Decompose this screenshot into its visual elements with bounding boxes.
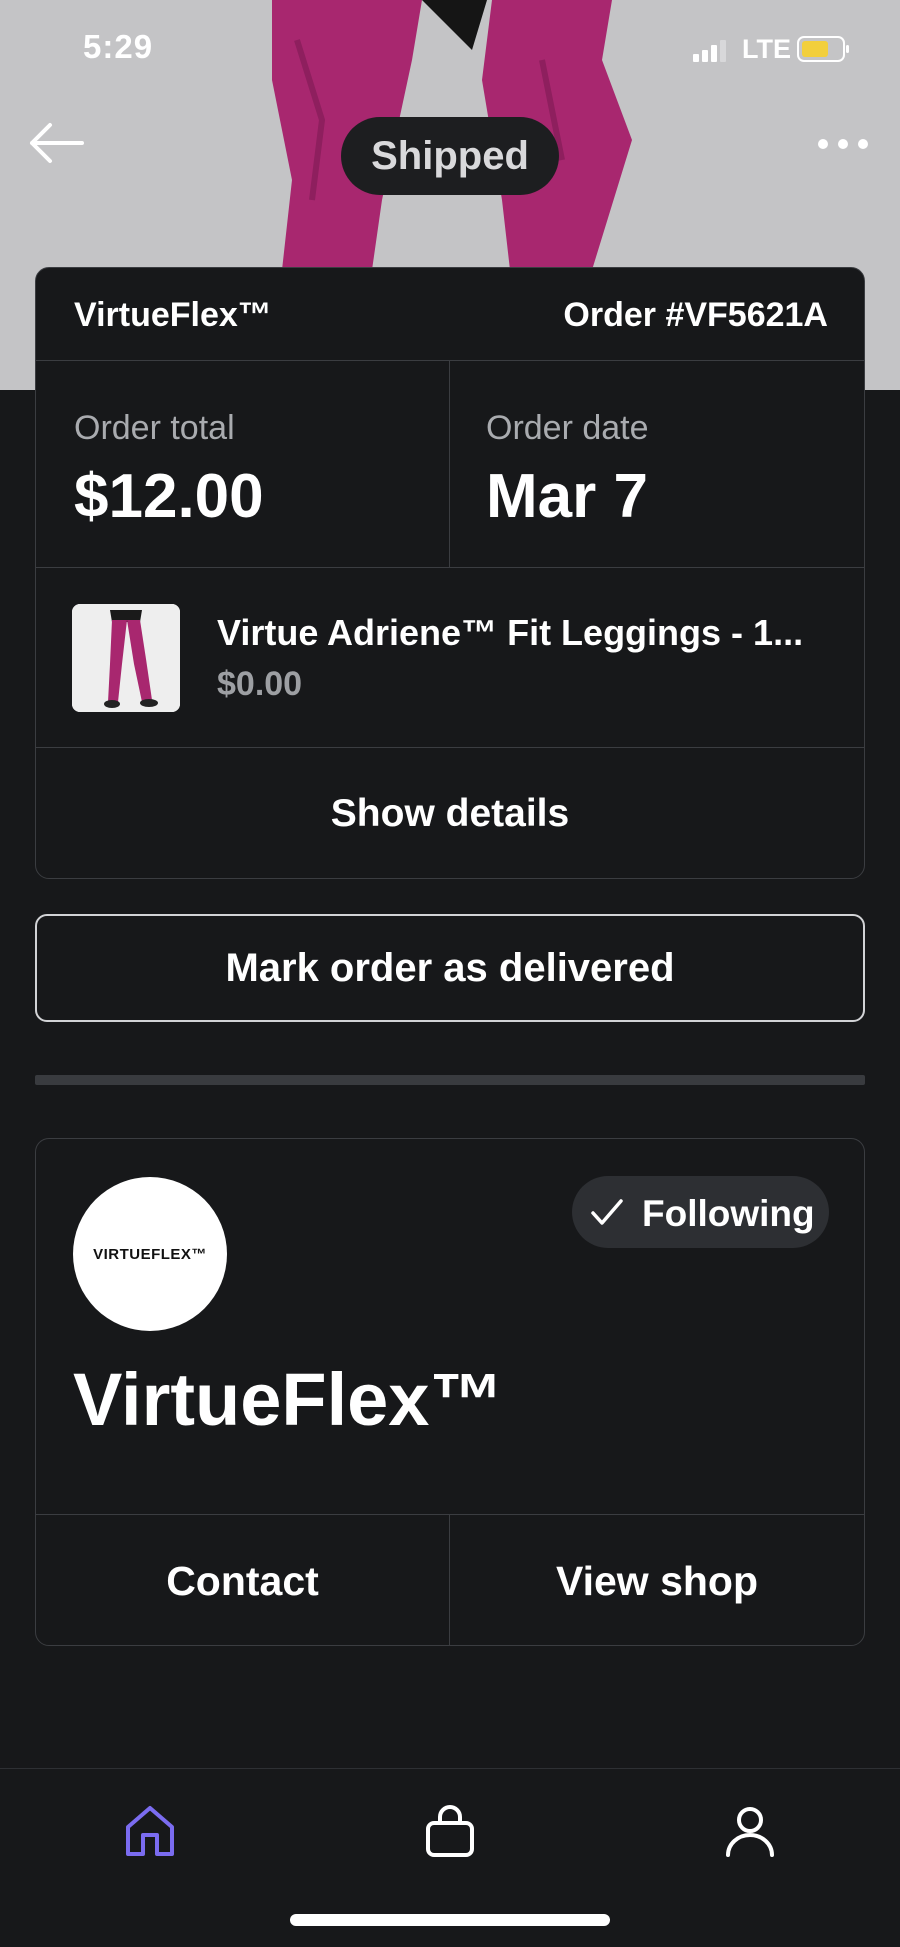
order-total-value: $12.00 xyxy=(74,462,264,531)
contact-button[interactable]: Contact xyxy=(36,1515,450,1645)
leggings-thumbnail-image xyxy=(72,604,180,712)
order-status-badge: Shipped xyxy=(341,117,559,195)
view-shop-button[interactable]: View shop xyxy=(450,1515,864,1645)
shopping-bag-icon xyxy=(426,1805,474,1857)
tab-profile[interactable] xyxy=(710,1791,790,1871)
profile-icon xyxy=(726,1807,774,1857)
checkmark-icon xyxy=(591,1199,623,1225)
shop-logo[interactable]: VIRTUEFLEX™ xyxy=(73,1177,227,1331)
status-time: 5:29 xyxy=(83,28,154,65)
order-shop-name: VirtueFlex™ xyxy=(74,296,272,334)
product-list-item[interactable]: Virtue Adriene™ Fit Leggings - 1... $0.0… xyxy=(36,568,864,748)
tab-orders[interactable] xyxy=(410,1791,490,1871)
shop-card: VIRTUEFLEX™ Following VirtueFlex™ Contac… xyxy=(35,1138,865,1646)
order-date-label: Order date xyxy=(486,409,649,447)
following-button[interactable]: Following xyxy=(572,1176,829,1248)
product-title: Virtue Adriene™ Fit Leggings - 1... xyxy=(217,612,804,653)
following-label: Following xyxy=(642,1193,815,1234)
product-price: $0.00 xyxy=(217,665,303,703)
product-thumbnail xyxy=(72,604,180,712)
shop-name: VirtueFlex™ xyxy=(73,1358,504,1441)
back-arrow-icon xyxy=(30,123,84,163)
order-number: Order #VF5621A xyxy=(563,296,828,334)
order-total-cell: Order total $12.00 xyxy=(36,361,450,567)
battery-icon xyxy=(797,36,849,62)
status-bar: 5:29 LTE xyxy=(0,0,900,100)
back-button[interactable] xyxy=(26,120,86,166)
tab-home[interactable] xyxy=(110,1791,190,1871)
network-type: LTE xyxy=(742,34,791,64)
section-divider xyxy=(35,1075,865,1085)
order-date-cell: Order date Mar 7 xyxy=(450,361,864,567)
home-indicator xyxy=(290,1914,610,1926)
more-options-button[interactable] xyxy=(814,124,872,164)
show-details-button[interactable]: Show details xyxy=(36,748,864,878)
order-date-value: Mar 7 xyxy=(486,462,648,531)
more-dots-icon xyxy=(818,139,868,149)
signal-strength-icon xyxy=(693,40,726,62)
mark-delivered-button[interactable]: Mark order as delivered xyxy=(35,914,865,1022)
shop-actions: Contact View shop xyxy=(36,1514,864,1645)
home-icon xyxy=(126,1806,174,1856)
order-header: VirtueFlex™ Order #VF5621A xyxy=(36,268,864,361)
order-stats: Order total $12.00 Order date Mar 7 xyxy=(36,361,864,568)
order-total-label: Order total xyxy=(74,409,235,447)
order-summary-card: VirtueFlex™ Order #VF5621A Order total $… xyxy=(35,267,865,879)
